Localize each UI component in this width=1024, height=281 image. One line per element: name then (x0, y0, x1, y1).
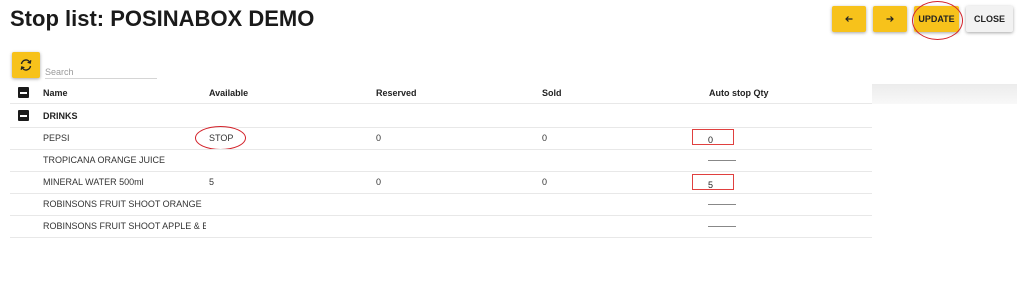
auto-stop-qty-input[interactable] (708, 226, 736, 227)
update-button[interactable]: UPDATE (914, 6, 959, 32)
column-header-name[interactable]: Name (43, 88, 68, 98)
auto-stop-qty-input[interactable] (693, 178, 738, 190)
item-reserved: 0 (376, 177, 382, 187)
arrow-right-icon (886, 16, 894, 22)
row-divider (10, 237, 872, 238)
row-divider (10, 171, 872, 172)
item-sold: 0 (542, 133, 548, 143)
auto-stop-qty-input[interactable] (708, 204, 736, 205)
search-input[interactable] (45, 67, 155, 77)
item-reserved: 0 (376, 133, 382, 143)
item-available: STOP (209, 133, 234, 143)
select-all-checkbox[interactable] (18, 87, 29, 98)
item-sold: 0 (542, 177, 548, 187)
row-divider (10, 215, 872, 216)
item-name: MINERAL WATER 500ml (43, 177, 144, 187)
item-available: 5 (209, 177, 215, 187)
auto-stop-qty-box (692, 129, 738, 145)
search-field (45, 62, 157, 79)
category-checkbox[interactable] (18, 110, 29, 121)
auto-stop-qty-input[interactable] (693, 133, 738, 145)
column-header-sold[interactable]: Sold (542, 88, 562, 98)
item-name: ROBINSONS FRUIT SHOOT ORANGE (43, 199, 202, 209)
item-name: ROBINSONS FRUIT SHOOT APPLE & BLACKCURRA… (43, 221, 206, 231)
row-divider (10, 193, 872, 194)
page-title: Stop list: POSINABOX DEMO (10, 6, 315, 31)
refresh-icon (20, 59, 32, 71)
row-divider (10, 127, 872, 128)
header-right-band (872, 84, 1017, 104)
refresh-button[interactable] (12, 52, 40, 78)
prev-button[interactable] (832, 6, 866, 32)
auto-stop-qty-box (692, 174, 738, 190)
item-name: PEPSI (43, 133, 70, 143)
next-button[interactable] (873, 6, 907, 32)
column-header-reserved[interactable]: Reserved (376, 88, 417, 98)
row-divider (10, 149, 872, 150)
close-button[interactable]: CLOSE (966, 6, 1013, 32)
category-label: DRINKS (43, 111, 78, 121)
column-header-available[interactable]: Available (209, 88, 248, 98)
arrow-left-icon (845, 16, 853, 22)
auto-stop-qty-input[interactable] (708, 160, 736, 161)
column-header-auto-stop-qty[interactable]: Auto stop Qty (709, 88, 769, 98)
header-divider (10, 103, 872, 104)
item-name: TROPICANA ORANGE JUICE (43, 155, 166, 165)
